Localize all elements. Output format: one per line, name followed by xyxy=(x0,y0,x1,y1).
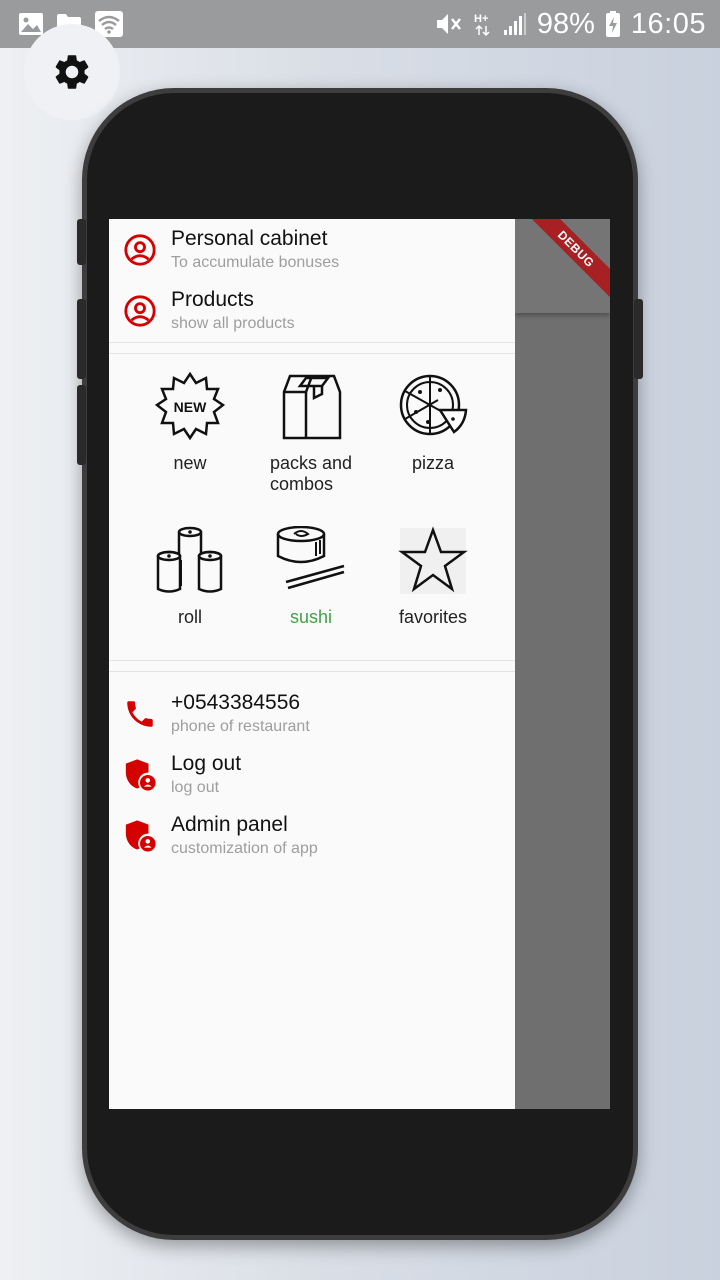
battery-charging-icon xyxy=(605,11,620,37)
svg-text:NEW: NEW xyxy=(174,399,207,415)
gear-icon xyxy=(55,55,89,89)
category-label: pizza xyxy=(411,453,455,473)
drawer-item-title: +0543384556 xyxy=(171,691,301,714)
new-badge-icon: NEW xyxy=(154,371,226,441)
drawer-item-title: Log out xyxy=(171,752,242,775)
rolls-icon xyxy=(156,526,223,593)
phone-side-button xyxy=(77,299,86,379)
drawer-item-title: Personal cabinet xyxy=(171,227,328,250)
divider xyxy=(109,342,515,343)
phone-side-button xyxy=(634,299,643,379)
account-circle-icon xyxy=(124,295,156,327)
category-favorites[interactable]: favorites xyxy=(373,526,493,628)
hplus-icon: H+ xyxy=(474,13,490,37)
category-new[interactable]: NEW new xyxy=(130,371,250,474)
category-label: packs and combos xyxy=(270,453,353,494)
settings-button[interactable] xyxy=(24,24,120,120)
divider xyxy=(109,660,515,661)
drawer-item-admin-panel[interactable]: Admin panel customization of app xyxy=(109,805,515,866)
navigation-drawer: Personal cabinet To accumulate bonuses P… xyxy=(109,219,515,1109)
category-label: sushi xyxy=(289,607,333,627)
drawer-item-log-out[interactable]: Log out log out xyxy=(109,744,515,805)
battery-percent: 98% xyxy=(536,7,595,40)
drawer-item-title: Products xyxy=(171,288,254,311)
status-system: H+ 98% 16:05 xyxy=(435,8,706,41)
category-label: new xyxy=(173,453,207,473)
account-circle-icon xyxy=(124,234,156,266)
divider xyxy=(109,671,515,672)
phone-side-button xyxy=(77,385,86,465)
svg-text:H+: H+ xyxy=(474,13,488,25)
sushi-chopsticks-icon xyxy=(276,525,345,590)
app-screen: DEBUG Personal cabinet To accumulate bon… xyxy=(109,219,610,1109)
divider xyxy=(109,353,515,354)
drawer-item-subtitle: To accumulate bonuses xyxy=(171,254,340,271)
phone-icon xyxy=(127,701,153,727)
category-packs-and-combos[interactable]: packs and combos xyxy=(251,372,371,495)
drawer-item-subtitle: log out xyxy=(171,779,220,796)
pizza-icon xyxy=(399,374,468,436)
drawer-item-subtitle: show all products xyxy=(171,315,295,332)
admin-shield-icon xyxy=(125,820,156,852)
category-label: favorites xyxy=(398,607,468,627)
phone-side-button xyxy=(77,219,86,265)
category-roll[interactable]: roll xyxy=(130,526,250,628)
category-pizza[interactable]: pizza xyxy=(373,372,493,474)
drawer-item-personal-cabinet[interactable]: Personal cabinet To accumulate bonuses xyxy=(109,219,515,280)
mute-icon xyxy=(436,14,461,34)
admin-shield-icon xyxy=(125,759,156,791)
drawer-item-phone[interactable]: +0543384556 phone of restaurant xyxy=(109,683,515,744)
drawer-item-products[interactable]: Products show all products xyxy=(109,280,515,341)
drawer-item-subtitle: phone of restaurant xyxy=(171,718,310,735)
signal-icon xyxy=(503,13,526,35)
drawer-item-title: Admin panel xyxy=(171,813,288,836)
star-icon xyxy=(398,526,468,594)
category-label: roll xyxy=(177,607,202,627)
package-box-icon xyxy=(282,374,342,440)
drawer-item-subtitle: customization of app xyxy=(171,840,318,857)
category-sushi[interactable]: sushi xyxy=(251,525,371,628)
clock: 16:05 xyxy=(630,7,706,40)
image-icon xyxy=(19,13,43,35)
